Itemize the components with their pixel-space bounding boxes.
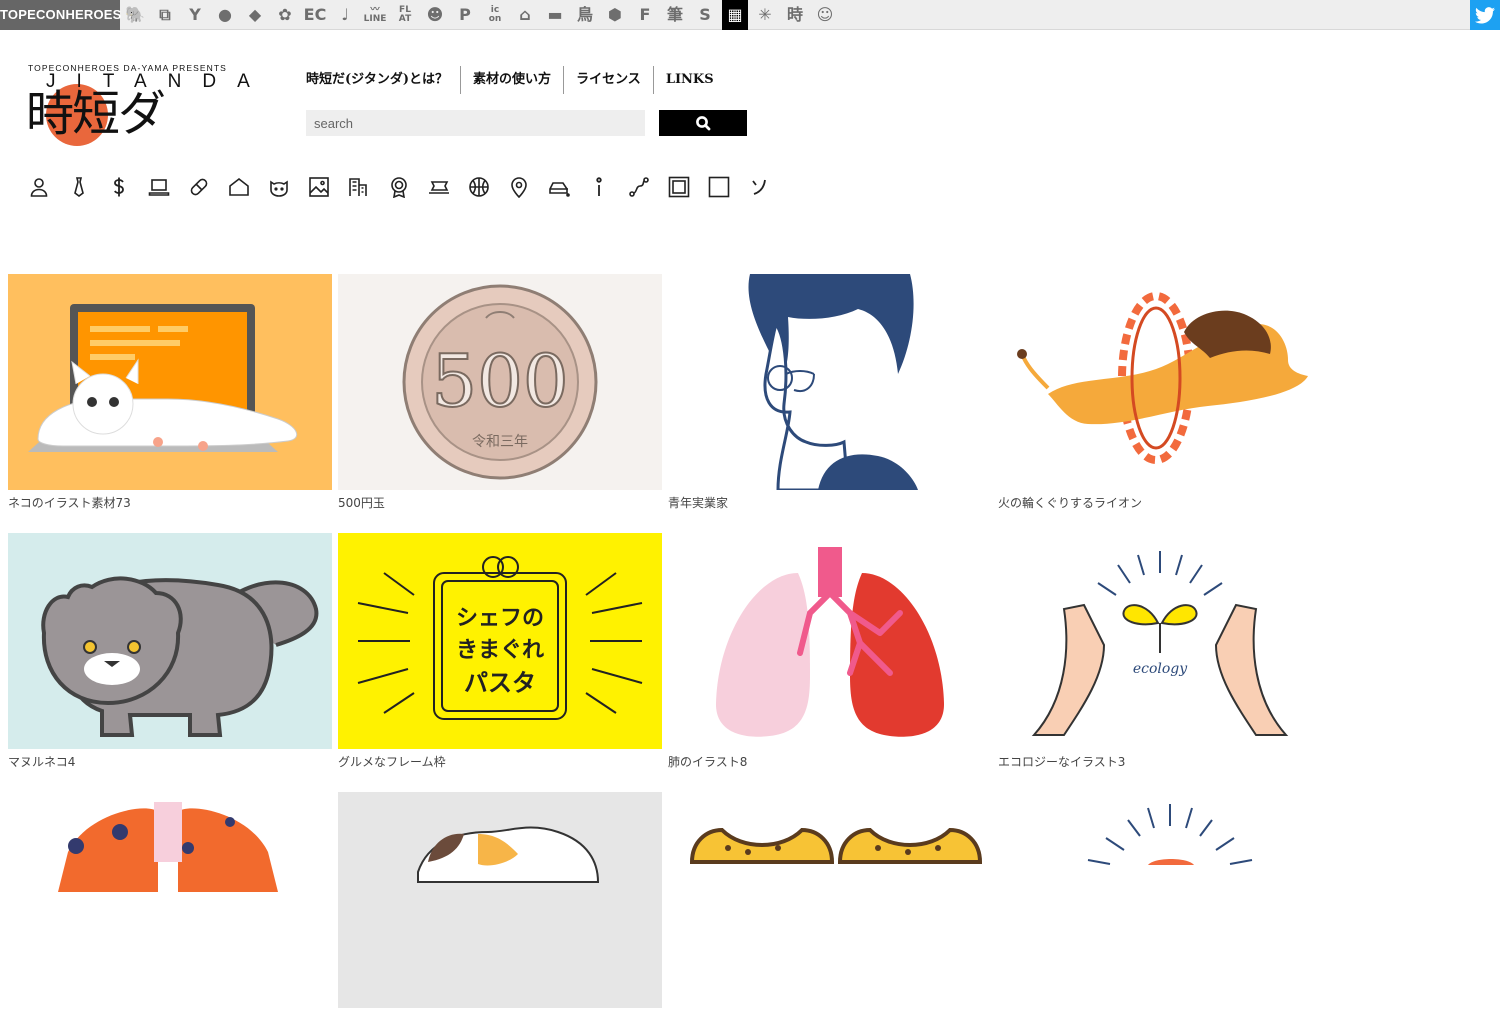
gallery-card[interactable]: ecology エコロジーなイラスト3	[998, 533, 1322, 770]
card-thumbnail[interactable]	[668, 533, 992, 749]
menu-line3: パスタ	[464, 669, 536, 697]
bird-kanji-icon[interactable]: 鳥	[572, 0, 598, 30]
grid-icon[interactable]: ▦	[722, 0, 748, 30]
card-thumbnail[interactable]: シェフの きまぐれ パスタ	[338, 533, 662, 749]
card-caption[interactable]: エコロジーなイラスト3	[998, 754, 1322, 770]
tie-icon[interactable]	[68, 174, 90, 200]
frame-icon[interactable]	[668, 174, 690, 200]
logo-japanese-text: 時短ダ	[26, 86, 166, 142]
parking-icon[interactable]: P	[452, 0, 478, 30]
hexagon-icon[interactable]: ⬢	[602, 0, 628, 30]
card-thumbnail[interactable]	[8, 533, 332, 749]
square-icon[interactable]	[708, 174, 730, 200]
card-caption[interactable]: グルメなフレーム枠	[338, 754, 662, 770]
gallery-card[interactable]: 青年実業家	[668, 274, 992, 511]
map-pin-icon[interactable]	[508, 174, 530, 200]
gallery-card[interactable]	[8, 792, 332, 1013]
thumb-bg	[668, 792, 992, 1008]
card-thumbnail[interactable]	[338, 792, 662, 1008]
gallery-card[interactable]: 500 令和三年 500円玉	[338, 274, 662, 511]
ticket-icon[interactable]	[428, 174, 450, 200]
card-thumbnail[interactable]: 500 令和三年	[338, 274, 662, 490]
bird-icon[interactable]: ◆	[242, 0, 268, 30]
building-icon[interactable]	[348, 174, 370, 200]
gallery-card[interactable]: マヌルネコ4	[8, 533, 332, 770]
menu-line2: きまぐれ	[456, 638, 544, 663]
basketball-icon[interactable]	[468, 174, 490, 200]
katakana-so-icon[interactable]	[748, 174, 770, 200]
time-kanji-icon[interactable]: 時	[782, 0, 808, 30]
site-logo[interactable]: TOPECONHEROES DA-YAMA PRESENTS JITANDA 時…	[26, 60, 250, 146]
card-thumbnail[interactable]	[668, 792, 992, 1008]
ecology-text: ecology	[1133, 661, 1188, 677]
f-icon[interactable]: F	[632, 0, 658, 30]
twitter-icon[interactable]	[1470, 0, 1500, 30]
pill-icon[interactable]	[188, 174, 210, 200]
copy-icon[interactable]: ⧉	[152, 0, 178, 30]
nav-license[interactable]: ライセンス	[563, 66, 653, 94]
main-nav: 時短だ(ジタンダ)とは？ 素材の使い方 ライセンス LINKS	[306, 66, 726, 94]
search-icon	[696, 116, 711, 131]
flower-icon[interactable]: ✿	[272, 0, 298, 30]
brush-kanji-icon[interactable]: 筆	[662, 0, 688, 30]
card-caption[interactable]: 500円玉	[338, 495, 662, 511]
ec-icon[interactable]: EC	[302, 0, 328, 30]
gallery-card[interactable]	[668, 792, 992, 1013]
s-icon[interactable]: S	[692, 0, 718, 30]
speech-bubble-icon[interactable]: ●	[212, 0, 238, 30]
dollar-icon[interactable]	[108, 174, 130, 200]
card-thumbnail[interactable]	[8, 792, 332, 1008]
music-note-icon[interactable]: ♩	[332, 0, 358, 30]
gallery-card[interactable]: ネコのイラスト素材73	[8, 274, 332, 511]
building-icon[interactable]: ⌂	[512, 0, 538, 30]
coin-era: 令和三年	[472, 434, 528, 450]
info-icon[interactable]	[588, 174, 610, 200]
card-caption[interactable]: 火の輪くぐりするライオン	[998, 495, 1322, 511]
line-icon[interactable]: 〰 LINE	[362, 0, 388, 30]
nav-usage[interactable]: 素材の使い方	[460, 66, 563, 94]
card-caption[interactable]: マヌルネコ4	[8, 754, 332, 770]
card-caption[interactable]: 青年実業家	[668, 495, 992, 511]
flat-icon[interactable]: FL AT	[392, 0, 418, 30]
face-icon[interactable]: ☺	[812, 0, 838, 30]
card-caption[interactable]: 肺のイラスト8	[668, 754, 992, 770]
card-caption[interactable]: ネコのイラスト素材73	[8, 495, 332, 511]
search-input[interactable]	[306, 110, 645, 136]
gallery-card[interactable]: 肺のイラスト8	[668, 533, 992, 770]
person-icon[interactable]: Y	[182, 0, 208, 30]
route-icon[interactable]	[628, 174, 650, 200]
icon-text-icon[interactable]: ic on	[482, 0, 508, 30]
truck-icon[interactable]: ▬	[542, 0, 568, 30]
gallery-card[interactable]: 火の輪くぐりするライオン	[998, 274, 1322, 511]
award-icon[interactable]	[388, 174, 410, 200]
cat-icon[interactable]	[268, 174, 290, 200]
gallery-card[interactable]: シェフの きまぐれ パスタ グルメなフレーム枠	[338, 533, 662, 770]
image-icon[interactable]	[308, 174, 330, 200]
burst-icon[interactable]: ✳	[752, 0, 778, 30]
search-button[interactable]	[659, 110, 747, 136]
coin-value: 500	[431, 339, 568, 423]
nav-links[interactable]: LINKS	[652, 66, 726, 94]
house-icon[interactable]	[228, 174, 250, 200]
thumb-bg	[338, 792, 662, 1008]
gallery-card[interactable]	[998, 792, 1322, 1013]
elephant-icon[interactable]: 🐘	[122, 0, 148, 30]
laptop-icon[interactable]	[148, 174, 170, 200]
network-bar: TOPECONHEROES 🐘 ⧉ Y ● ◆ ✿ EC ♩ 〰 LINE FL AT ☻ Pic o…	[0, 0, 1500, 30]
card-thumbnail[interactable]: ecology	[998, 533, 1322, 749]
gallery-card[interactable]	[338, 792, 662, 1013]
card-thumbnail[interactable]	[998, 792, 1322, 1008]
card-thumbnail[interactable]	[998, 274, 1322, 490]
thumb-bg	[998, 792, 1322, 1008]
smile-icon[interactable]: ☻	[422, 0, 448, 30]
menu-line1: シェフの	[456, 606, 544, 631]
card-thumbnail[interactable]	[668, 274, 992, 490]
person-icon[interactable]	[28, 174, 50, 200]
topeconheroes-brand[interactable]: TOPECONHEROES	[0, 0, 121, 30]
car-icon[interactable]	[548, 174, 570, 200]
nav-about[interactable]: 時短だ(ジタンダ)とは？	[306, 66, 460, 94]
card-thumbnail[interactable]	[8, 274, 332, 490]
